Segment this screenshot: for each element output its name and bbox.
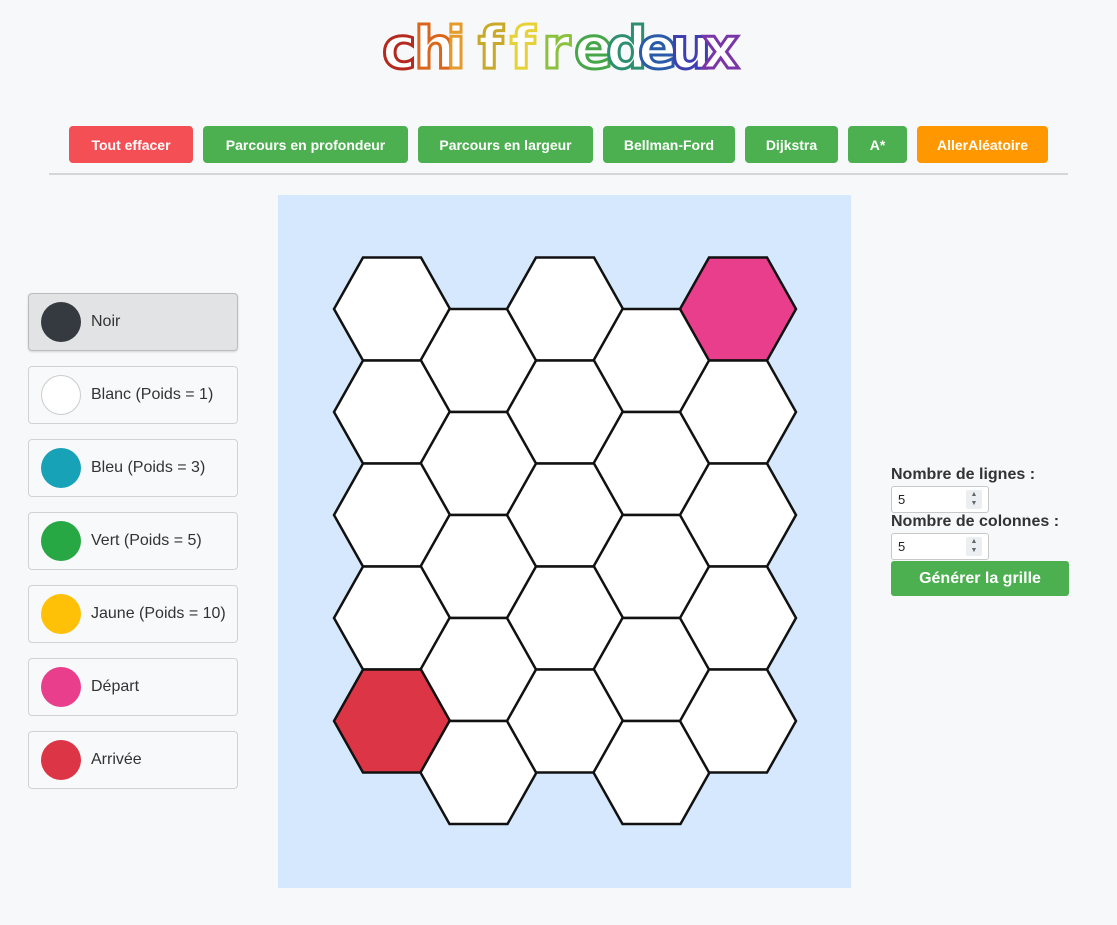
black-swatch-icon bbox=[41, 302, 81, 342]
palette-item-noir[interactable]: Noir bbox=[28, 293, 238, 351]
chiffredeux-logo: chi f f r edeux bbox=[381, 13, 741, 84]
logo-letter: x bbox=[702, 14, 739, 82]
toolbar-divider bbox=[49, 173, 1068, 175]
white-swatch-icon bbox=[41, 375, 81, 415]
random-walk-button[interactable]: AllerAléatoire bbox=[917, 126, 1048, 163]
palette-item-vert[interactable]: Vert (Poids = 5) bbox=[28, 512, 238, 570]
palette-item-arrivee[interactable]: Arrivée bbox=[28, 731, 238, 789]
palette-item-label: Arrivée bbox=[91, 751, 142, 768]
hex-grid-board bbox=[278, 195, 851, 888]
rows-spinner-icon[interactable]: ▲ ▼ bbox=[966, 490, 982, 509]
palette-item-blanc[interactable]: Blanc (Poids = 1) bbox=[28, 366, 238, 424]
logo-letter: f bbox=[510, 14, 536, 82]
logo-letter: r bbox=[542, 14, 571, 82]
cols-input[interactable]: 5 ▲ ▼ bbox=[891, 533, 989, 560]
rows-label: Nombre de lignes : bbox=[891, 466, 1036, 483]
bellman-ford-button[interactable]: Bellman-Ford bbox=[603, 126, 735, 163]
cols-spinner-icon[interactable]: ▲ ▼ bbox=[966, 537, 982, 556]
logo-letter: f bbox=[478, 14, 504, 82]
cols-label: Nombre de colonnes : bbox=[891, 513, 1060, 530]
dfs-button[interactable]: Parcours en profondeur bbox=[203, 126, 408, 163]
palette-item-bleu[interactable]: Bleu (Poids = 3) bbox=[28, 439, 238, 497]
blue-swatch-icon bbox=[41, 448, 81, 488]
palette-item-label: Noir bbox=[91, 313, 121, 330]
end-swatch-icon bbox=[41, 740, 81, 780]
start-swatch-icon bbox=[41, 667, 81, 707]
palette-item-label: Jaune (Poids = 10) bbox=[91, 605, 226, 622]
palette-item-label: Bleu (Poids = 3) bbox=[91, 459, 206, 476]
rows-value: 5 bbox=[898, 492, 906, 507]
generate-grid-button[interactable]: Générer la grille bbox=[891, 561, 1069, 596]
palette-item-label: Blanc (Poids = 1) bbox=[91, 386, 214, 403]
bfs-button[interactable]: Parcours en largeur bbox=[418, 126, 593, 163]
palette-item-label: Départ bbox=[91, 678, 140, 695]
green-swatch-icon bbox=[41, 521, 81, 561]
algorithm-toolbar: Tout effacer Parcours en profondeur Parc… bbox=[0, 126, 1117, 163]
palette-item-jaune[interactable]: Jaune (Poids = 10) bbox=[28, 585, 238, 643]
rows-input[interactable]: 5 ▲ ▼ bbox=[891, 486, 989, 513]
logo-letter: c bbox=[382, 14, 416, 82]
palette-item-label: Vert (Poids = 5) bbox=[91, 532, 202, 549]
cols-value: 5 bbox=[898, 539, 906, 554]
palette-item-depart[interactable]: Départ bbox=[28, 658, 238, 716]
clear-all-button[interactable]: Tout effacer bbox=[69, 126, 193, 163]
logo-letter: i bbox=[446, 14, 466, 82]
hex-grid bbox=[332, 256, 798, 826]
dijkstra-button[interactable]: Dijkstra bbox=[745, 126, 838, 163]
astar-button[interactable]: A* bbox=[848, 126, 907, 163]
yellow-swatch-icon bbox=[41, 594, 81, 634]
